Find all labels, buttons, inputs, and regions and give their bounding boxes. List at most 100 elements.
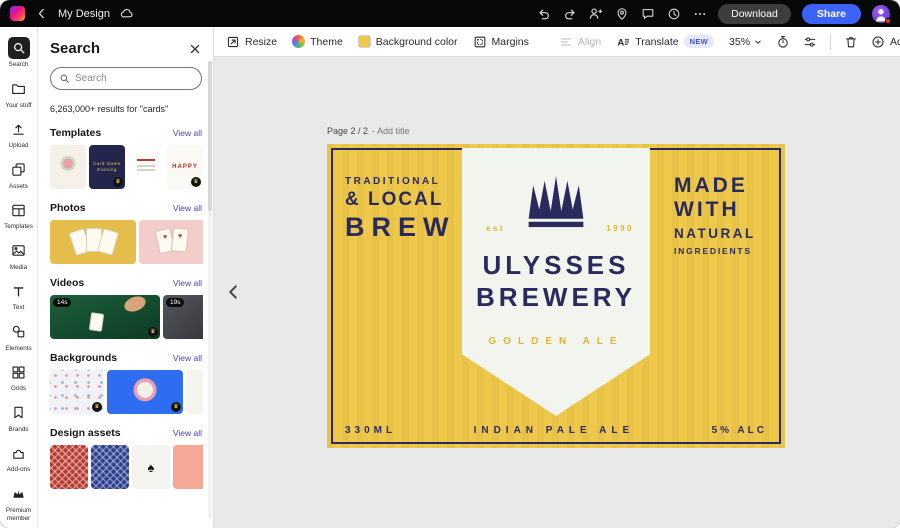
- design-asset-thumbnail[interactable]: [50, 445, 88, 489]
- grid-icon: [8, 361, 30, 383]
- sidebar-item-upload[interactable]: Upload: [0, 113, 38, 154]
- history-icon[interactable]: [666, 6, 681, 21]
- section-title-backgrounds: Backgrounds: [50, 352, 117, 364]
- margins-button[interactable]: Margins: [473, 35, 529, 49]
- adobe-express-logo[interactable]: [10, 6, 25, 21]
- page-number: Page 2 / 2: [327, 126, 368, 136]
- section-title-templates: Templates: [50, 127, 101, 139]
- toolbar-right-group: 35%: [729, 34, 900, 50]
- main-area: Resize Theme Background color Margins: [214, 27, 900, 528]
- est-label: est: [486, 224, 505, 233]
- design-asset-thumbnail[interactable]: [91, 445, 129, 489]
- premium-crown-badge: ♛: [191, 177, 201, 187]
- share-button[interactable]: Share: [802, 4, 861, 24]
- toolbar-divider: [830, 34, 831, 50]
- sidebar-item-elements[interactable]: Elements: [0, 316, 38, 357]
- backgrounds-row: ♛ ♛: [50, 370, 203, 414]
- video-thumbnail[interactable]: 19s: [163, 295, 203, 339]
- context-toolbar: Resize Theme Background color Margins: [214, 27, 900, 57]
- design-asset-thumbnail[interactable]: ♠: [132, 445, 170, 489]
- delete-page-button[interactable]: [844, 35, 858, 49]
- collapse-panel-chevron[interactable]: [224, 281, 242, 303]
- download-button[interactable]: Download: [718, 4, 791, 24]
- translate-button[interactable]: A Translate NEW: [616, 35, 714, 49]
- view-all-videos-link[interactable]: View all: [173, 278, 202, 288]
- folder-icon: [8, 78, 30, 100]
- sidebar-item-assets[interactable]: Assets: [0, 154, 38, 195]
- new-badge: NEW: [684, 35, 714, 48]
- adjust-button[interactable]: [803, 35, 817, 49]
- background-color-button[interactable]: Background color: [358, 35, 458, 48]
- text-icon: [8, 280, 30, 302]
- template-thumbnail[interactable]: HAPPY ♛: [167, 145, 203, 189]
- design-asset-thumbnail[interactable]: [173, 445, 203, 489]
- more-options-icon[interactable]: [692, 6, 707, 21]
- search-box[interactable]: [50, 67, 202, 90]
- videos-row: 14s ♛ 19s: [50, 295, 203, 339]
- background-color-swatch: [358, 35, 371, 48]
- view-all-design-assets-link[interactable]: View all: [173, 428, 202, 438]
- theme-button[interactable]: Theme: [292, 35, 343, 48]
- brewery-crown-icon: [518, 174, 594, 230]
- document-title[interactable]: My Design: [58, 8, 110, 20]
- premium-crown-badge: ♛: [113, 177, 123, 187]
- media-icon: [8, 240, 30, 262]
- template-thumbnail[interactable]: [50, 145, 86, 189]
- theme-color-wheel-icon: [292, 35, 305, 48]
- sidebar-item-premium[interactable]: Premium member: [0, 478, 38, 526]
- align-button[interactable]: Align: [559, 35, 601, 49]
- page-label[interactable]: Page 2 / 2 - Add title: [327, 126, 410, 136]
- beer-label-design[interactable]: TRADITIONAL & LOCAL BREW est 1990 ULYSSE…: [327, 144, 785, 448]
- undo-icon[interactable]: [536, 6, 551, 21]
- sidebar-item-text[interactable]: Text: [0, 275, 38, 316]
- left-text-block[interactable]: TRADITIONAL & LOCAL BREW: [345, 176, 456, 243]
- design-assets-row: ♠: [50, 445, 203, 489]
- account-avatar[interactable]: [872, 5, 890, 23]
- assets-icon: [8, 159, 30, 181]
- background-thumbnail[interactable]: ♛: [50, 370, 104, 414]
- style-label: INDIAN PALE ALE: [474, 425, 635, 436]
- align-icon: [559, 35, 573, 49]
- timer-button[interactable]: [776, 35, 790, 49]
- location-pin-icon[interactable]: [614, 6, 629, 21]
- add-page-button[interactable]: Add: [871, 35, 900, 49]
- add-title-placeholder[interactable]: - Add title: [372, 126, 410, 136]
- comment-icon[interactable]: [640, 6, 655, 21]
- add-circle-icon: [871, 35, 885, 49]
- close-icon[interactable]: [188, 42, 202, 56]
- search-input[interactable]: [75, 73, 193, 84]
- invite-people-icon[interactable]: [588, 6, 603, 21]
- right-text-block[interactable]: MADE WITH NATURAL INGREDIENTS: [674, 174, 756, 256]
- template-thumbnail[interactable]: Card Game Evening ♛: [89, 145, 125, 189]
- photo-thumbnail[interactable]: ♥ ♥: [139, 220, 203, 264]
- sidebar-item-your-stuff[interactable]: Your stuff: [0, 73, 38, 114]
- sidebar-item-grids[interactable]: Grids: [0, 356, 38, 397]
- back-icon[interactable]: [34, 6, 49, 21]
- sidebar-item-search[interactable]: Search: [0, 32, 38, 73]
- brand-name-line2: BREWERY: [462, 282, 650, 313]
- view-all-photos-link[interactable]: View all: [173, 203, 202, 213]
- background-thumbnail[interactable]: [186, 370, 203, 414]
- scrollbar-thumb[interactable]: [208, 61, 212, 211]
- bottom-info-row[interactable]: 330ML INDIAN PALE ALE 5% ALC: [345, 425, 767, 436]
- sidebar-item-media[interactable]: Media: [0, 235, 38, 276]
- resize-icon: [226, 35, 240, 49]
- template-thumbnail[interactable]: [128, 145, 164, 189]
- zoom-control[interactable]: 35%: [729, 36, 763, 48]
- photo-thumbnail[interactable]: [50, 220, 136, 264]
- resize-button[interactable]: Resize: [226, 35, 277, 49]
- background-thumbnail[interactable]: ♛: [107, 370, 183, 414]
- premium-crown-badge: ♛: [171, 402, 181, 412]
- bookmark-icon: [8, 402, 30, 424]
- variety-label: GOLDEN ALE: [462, 336, 650, 347]
- view-all-templates-link[interactable]: View all: [173, 128, 202, 138]
- timer-icon: [776, 35, 790, 49]
- sidebar-item-brands[interactable]: Brands: [0, 397, 38, 438]
- video-thumbnail[interactable]: 14s ♛: [50, 295, 160, 339]
- view-all-backgrounds-link[interactable]: View all: [173, 353, 202, 363]
- sidebar-item-add-ons[interactable]: Add-ons: [0, 437, 38, 478]
- sidebar-item-templates[interactable]: Templates: [0, 194, 38, 235]
- panel-scrollbar[interactable]: [208, 61, 212, 518]
- translate-icon: A: [616, 35, 630, 49]
- redo-icon[interactable]: [562, 6, 577, 21]
